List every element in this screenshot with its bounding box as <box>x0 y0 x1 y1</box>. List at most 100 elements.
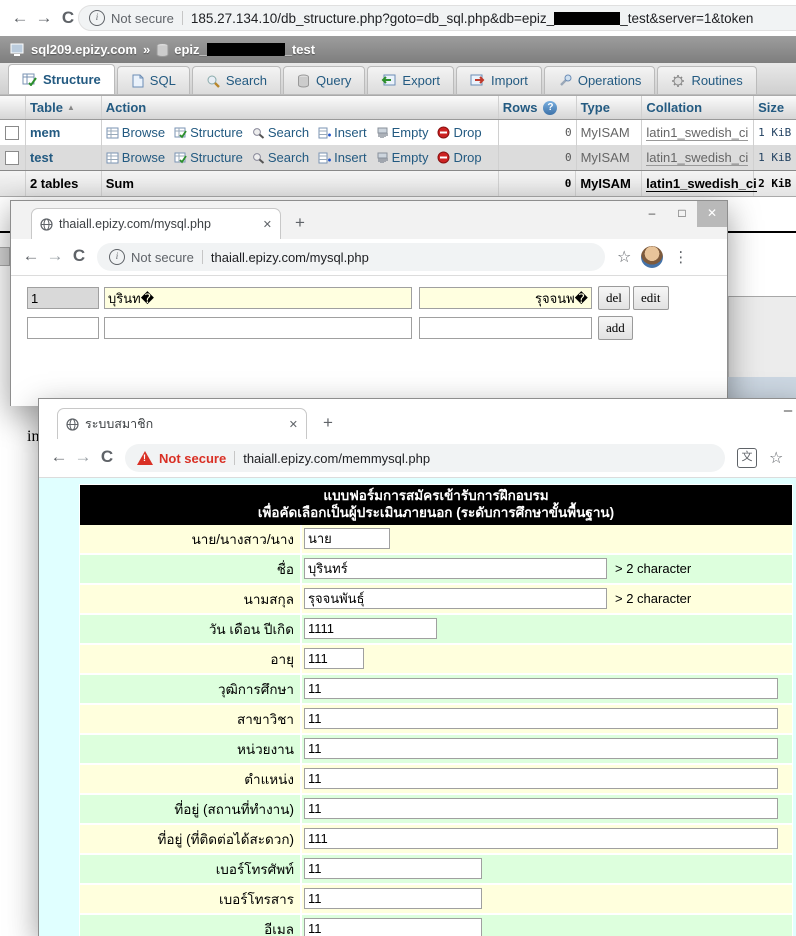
tab-routines[interactable]: Routines <box>657 66 756 94</box>
email-field[interactable] <box>304 918 482 936</box>
contact-address-field[interactable] <box>304 828 778 849</box>
main-address-bar[interactable]: i Not secure 185.27.134.10/db_structure.… <box>78 5 796 31</box>
partial-page-icon <box>0 247 10 266</box>
window1-titlebar[interactable]: thaiall.epizy.com/mysql.php ✕ + – □ ✕ <box>11 201 727 239</box>
breadcrumb-db-suffix[interactable]: _test <box>285 42 315 57</box>
record-name-field[interactable] <box>104 287 412 309</box>
sum-type: MyISAM <box>580 176 631 191</box>
empty-link[interactable]: Empty <box>376 150 429 165</box>
browse-link[interactable]: Browse <box>106 150 165 165</box>
table-name-link[interactable]: mem <box>30 125 60 140</box>
record-surname-field[interactable] <box>419 287 592 309</box>
back-icon[interactable]: ← <box>47 440 71 476</box>
tab-close-icon[interactable]: ✕ <box>253 218 272 231</box>
title-field[interactable] <box>304 528 390 549</box>
insert-link[interactable]: Insert <box>318 150 367 165</box>
edit-button[interactable]: edit <box>633 286 669 310</box>
tab-structure[interactable]: Structure <box>8 64 115 94</box>
reload-icon[interactable]: C <box>56 0 80 36</box>
tab-sql[interactable]: SQL <box>117 66 190 94</box>
breadcrumb-db-prefix[interactable]: epiz_ <box>174 42 207 57</box>
close-icon[interactable]: ✕ <box>697 201 727 227</box>
age-field[interactable] <box>304 648 364 669</box>
tab-export[interactable]: Export <box>367 66 454 94</box>
firstname-field[interactable] <box>304 558 607 579</box>
fax-field[interactable] <box>304 888 482 909</box>
insert-icon <box>318 127 331 139</box>
search-link[interactable]: Search <box>252 125 309 140</box>
warning-icon[interactable] <box>137 451 153 465</box>
tab-operations[interactable]: Operations <box>544 66 656 94</box>
tab-close-icon[interactable]: ✕ <box>279 418 298 431</box>
size-value[interactable]: 1 KiB <box>758 126 791 139</box>
row-checkbox[interactable] <box>5 151 19 165</box>
translate-icon[interactable]: 文 <box>737 448 757 468</box>
drop-link[interactable]: Drop <box>437 125 481 140</box>
drop-icon <box>437 151 450 164</box>
bookmark-star-icon[interactable]: ☆ <box>769 448 783 468</box>
window2-titlebar[interactable]: ระบบสมาชิก ✕ + – <box>39 399 796 439</box>
del-button[interactable]: del <box>598 286 630 310</box>
breadcrumb-server[interactable]: sql209.epizy.com <box>31 42 137 57</box>
globe-icon <box>40 218 53 231</box>
new-tab-button[interactable]: + <box>323 413 333 433</box>
table-name-link[interactable]: test <box>30 150 53 165</box>
structure-link[interactable]: Structure <box>174 150 243 165</box>
work-address-field[interactable] <box>304 798 778 819</box>
tab-query[interactable]: Query <box>283 66 365 94</box>
window2-omnibox[interactable]: Not secure thaiall.epizy.com/memmysql.ph… <box>125 444 725 472</box>
lastname-field[interactable] <box>304 588 607 609</box>
new-id-field[interactable] <box>27 317 99 339</box>
reload-icon[interactable]: C <box>95 440 119 476</box>
window2-tab[interactable]: ระบบสมาชิก ✕ <box>57 408 307 439</box>
new-surname-field[interactable] <box>419 317 592 339</box>
add-button[interactable]: add <box>598 316 633 340</box>
tab-import[interactable]: Import <box>456 66 542 94</box>
new-tab-button[interactable]: + <box>295 213 305 233</box>
browse-link[interactable]: Browse <box>106 125 165 140</box>
form-row: วุฒิการศึกษา <box>80 675 792 703</box>
form-row: ชื่อ> 2 character <box>80 555 792 583</box>
structure-link[interactable]: Structure <box>174 125 243 140</box>
tab-search[interactable]: Search <box>192 66 281 94</box>
minimize-icon[interactable]: – <box>637 201 667 227</box>
window1-omnibox[interactable]: i Not secure thaiall.epizy.com/mysql.php <box>97 243 605 271</box>
redaction-box <box>554 12 620 25</box>
forward-icon[interactable]: → <box>71 440 95 476</box>
bookmark-star-icon[interactable]: ☆ <box>617 247 631 267</box>
new-name-field[interactable] <box>104 317 412 339</box>
maximize-icon[interactable]: □ <box>667 201 697 227</box>
structure-icon <box>174 127 187 139</box>
position-field[interactable] <box>304 768 778 789</box>
profile-avatar[interactable] <box>641 246 663 268</box>
major-field[interactable] <box>304 708 778 729</box>
database-icon <box>156 43 169 57</box>
menu-dots-icon[interactable]: ⋮ <box>673 248 688 266</box>
registration-form: แบบฟอร์มการสมัครเข้ารับการฝึกอบรม เพื่อค… <box>79 484 793 936</box>
forward-icon[interactable]: → <box>32 0 56 36</box>
education-field[interactable] <box>304 678 778 699</box>
row-checkbox[interactable] <box>5 126 19 140</box>
info-icon[interactable]: i <box>109 249 125 265</box>
back-icon[interactable]: ← <box>19 239 43 275</box>
back-icon[interactable]: ← <box>8 0 32 36</box>
pma-tab-bar: Structure SQL Search Query Export Import… <box>0 63 796 95</box>
minimize-icon[interactable]: – <box>773 399 796 427</box>
size-value[interactable]: 1 KiB <box>758 151 791 164</box>
window1-tab[interactable]: thaiall.epizy.com/mysql.php ✕ <box>31 208 281 239</box>
drop-link[interactable]: Drop <box>437 150 481 165</box>
insert-link[interactable]: Insert <box>318 125 367 140</box>
phone-field[interactable] <box>304 858 482 879</box>
forward-icon[interactable]: → <box>43 239 67 275</box>
reload-icon[interactable]: C <box>67 239 91 275</box>
sum-tables: 2 tables <box>30 176 78 191</box>
empty-link[interactable]: Empty <box>376 125 429 140</box>
organization-field[interactable] <box>304 738 778 759</box>
table-sum-row: 2 tables Sum 0 MyISAM latin1_swedish_ci … <box>0 170 796 197</box>
info-icon[interactable]: i <box>89 10 105 26</box>
help-icon[interactable]: ? <box>543 101 557 115</box>
form-row: หน่วยงาน <box>80 735 792 763</box>
birthdate-field[interactable] <box>304 618 437 639</box>
search-link[interactable]: Search <box>252 150 309 165</box>
redaction-box <box>207 43 285 56</box>
